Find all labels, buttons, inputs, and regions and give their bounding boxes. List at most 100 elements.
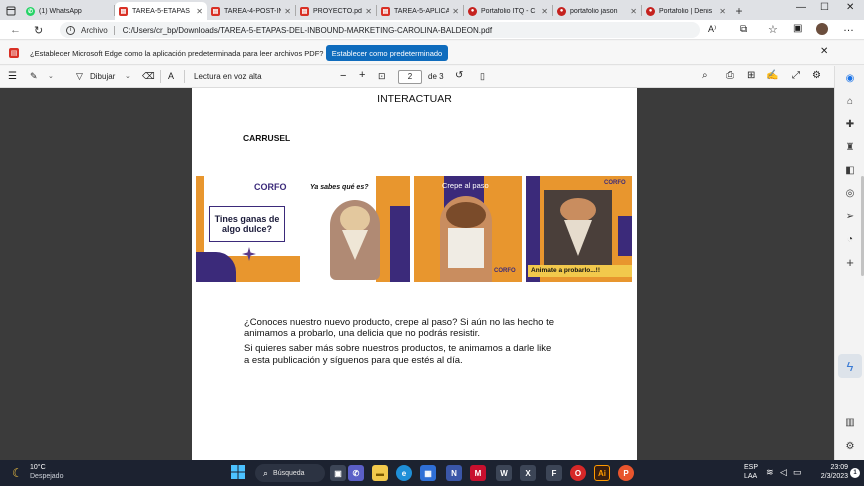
office-icon[interactable]: ◧: [844, 164, 856, 176]
illustrator-icon[interactable]: Ai: [594, 465, 610, 481]
close-tab-icon[interactable]: ✕: [196, 7, 203, 16]
read-aloud-button[interactable]: Lectura en voz alta: [194, 72, 262, 81]
carousel-slide-2: Ya sabes qué es?: [304, 176, 410, 282]
app-icon[interactable]: X: [520, 465, 536, 481]
search-icon: ⌕: [263, 467, 269, 478]
send-icon[interactable]: ➢: [844, 210, 856, 222]
copilot-icon[interactable]: ◉: [844, 72, 856, 84]
more-options-icon[interactable]: …: [843, 22, 855, 34]
outlook-icon[interactable]: ◎: [844, 187, 856, 199]
tab-tarea-5-aplicac[interactable]: ▤ TAREA-5-APLICAC ✕: [377, 2, 463, 20]
notification-badge[interactable]: 1: [850, 468, 860, 478]
brand-logo: CORFO: [254, 182, 287, 192]
zoom-out-icon[interactable]: −: [340, 70, 346, 82]
weather-temperature[interactable]: 10°C: [30, 464, 46, 471]
keyboard-layout[interactable]: LAA: [744, 473, 757, 480]
app-icon[interactable]: F: [546, 465, 562, 481]
sidebar-settings-icon[interactable]: ⚙: [844, 440, 856, 452]
clock-date[interactable]: 2/3/2023: [808, 473, 848, 480]
extensions-icon[interactable]: ⧉: [740, 24, 747, 35]
add-icon[interactable]: +: [844, 255, 856, 270]
address-scheme-label: Archivo: [81, 25, 108, 35]
close-tab-icon[interactable]: ✕: [452, 7, 459, 16]
tab-tarea-5-etapas[interactable]: ▤ TAREA-5-ETAPAS ✕: [115, 2, 207, 20]
split-screen-icon[interactable]: ▥: [844, 416, 856, 428]
shopping-tag-icon[interactable]: ⌂: [844, 95, 856, 107]
profile-avatar[interactable]: [816, 23, 828, 35]
contents-icon[interactable]: ☰: [8, 71, 17, 82]
tools-icon[interactable]: ✚: [844, 118, 856, 130]
pdf-viewport[interactable]: INTERACTUAR CARRUSEL CORFO Tines ganas d…: [0, 88, 834, 460]
fullscreen-icon[interactable]: ⤢: [792, 70, 800, 81]
draw-icon[interactable]: ▽: [76, 71, 83, 82]
whatsapp-icon: ✆: [26, 6, 35, 16]
close-window-button[interactable]: ✕: [846, 2, 854, 13]
chevron-down-icon[interactable]: ⌄: [125, 72, 131, 80]
back-icon[interactable]: ←: [10, 24, 21, 36]
close-tab-icon[interactable]: ✕: [541, 7, 548, 16]
info-icon[interactable]: i: [66, 25, 75, 35]
tab-portafolio-jason[interactable]: ● portafolio jason ✕: [553, 2, 641, 20]
close-tab-icon[interactable]: ✕: [719, 7, 726, 16]
minimize-button[interactable]: —: [796, 2, 806, 13]
draw-button[interactable]: Dibujar: [90, 72, 115, 81]
dismiss-notification-icon[interactable]: ✕: [820, 46, 828, 57]
powerpoint-icon[interactable]: P: [618, 465, 634, 481]
weather-status[interactable]: Despejado: [30, 473, 63, 480]
search-icon[interactable]: ⌕: [702, 70, 708, 81]
text-icon[interactable]: A: [168, 71, 174, 81]
language-indicator[interactable]: ESP: [744, 464, 758, 471]
favorites-icon[interactable]: ☆: [768, 23, 778, 36]
save-as-icon[interactable]: ✍: [766, 70, 778, 81]
save-icon[interactable]: ⊞: [747, 70, 755, 81]
fit-page-icon[interactable]: ⊡: [378, 71, 386, 82]
file-explorer-icon[interactable]: ▬: [372, 465, 388, 481]
highlight-icon[interactable]: ✎: [30, 71, 38, 82]
lightning-icon[interactable]: ϟ: [838, 354, 862, 378]
wifi-icon[interactable]: ≋: [766, 467, 774, 478]
eraser-icon[interactable]: ⌫: [142, 71, 155, 82]
maximize-button[interactable]: ☐: [820, 2, 829, 13]
chevron-down-icon[interactable]: ⌄: [48, 72, 54, 80]
mcafee-icon[interactable]: M: [470, 465, 486, 481]
read-aloud-page-icon[interactable]: A⁾: [708, 24, 716, 35]
pdf-icon: ▤: [119, 6, 128, 16]
windows-start-icon[interactable]: [231, 465, 245, 479]
close-tab-icon[interactable]: ✕: [365, 7, 372, 16]
opera-icon[interactable]: O: [570, 465, 586, 481]
app-n-icon[interactable]: N: [446, 465, 462, 481]
paragraph-2: Si quieres saber más sobre nuestros prod…: [244, 343, 552, 366]
pdf-app-icon: ▤: [9, 48, 19, 58]
print-icon[interactable]: ⎙: [726, 70, 734, 81]
tab-portafolio-denis[interactable]: ● Portafolio | Denis ✕: [642, 2, 730, 20]
app-icon[interactable]: W: [496, 465, 512, 481]
chat-icon[interactable]: ✆: [348, 465, 364, 481]
close-tab-icon[interactable]: ✕: [630, 7, 637, 16]
set-default-button[interactable]: Establecer como predeterminado: [326, 45, 448, 61]
close-tab-icon[interactable]: ✕: [284, 7, 291, 16]
page-view-icon[interactable]: ▯: [480, 71, 485, 82]
tab-whatsapp[interactable]: ✆ (1) WhatsApp: [22, 2, 114, 20]
zoom-in-icon[interactable]: +: [359, 69, 365, 81]
tab-proyecto[interactable]: ▤ PROYECTO.pdf ✕: [296, 2, 376, 20]
rotate-icon[interactable]: ↺: [455, 70, 463, 81]
address-field[interactable]: i Archivo C:/Users/cr_bp/Downloads/TAREA…: [60, 22, 700, 38]
new-tab-button[interactable]: +: [730, 2, 748, 20]
collections-icon[interactable]: ▣: [793, 23, 802, 34]
clock-time[interactable]: 23:09: [812, 464, 848, 471]
settings-gear-icon[interactable]: ⚙: [812, 70, 821, 81]
tab-portafolio-itq[interactable]: ● Portafolio ITQ - C ✕: [464, 2, 552, 20]
store-icon[interactable]: ▦: [420, 465, 436, 481]
volume-icon[interactable]: ◁: [780, 467, 787, 478]
tab-strip: ✆ (1) WhatsApp ▤ TAREA-5-ETAPAS ✕ ▤ TARE…: [0, 0, 864, 20]
tab-tarea-4-post[interactable]: ▤ TAREA-4-POST-IN ✕: [207, 2, 295, 20]
edge-icon[interactable]: e: [396, 465, 412, 481]
drop-icon[interactable]: ◔: [844, 233, 856, 245]
page-number-input[interactable]: 2: [398, 70, 422, 84]
task-view-icon[interactable]: ▣: [330, 465, 346, 481]
tab-actions-icon[interactable]: [0, 2, 22, 20]
games-icon[interactable]: ♜: [844, 141, 856, 153]
battery-icon[interactable]: ▭: [793, 467, 802, 478]
refresh-icon[interactable]: ↻: [34, 24, 43, 37]
taskbar-search[interactable]: ⌕ Búsqueda: [255, 464, 325, 482]
